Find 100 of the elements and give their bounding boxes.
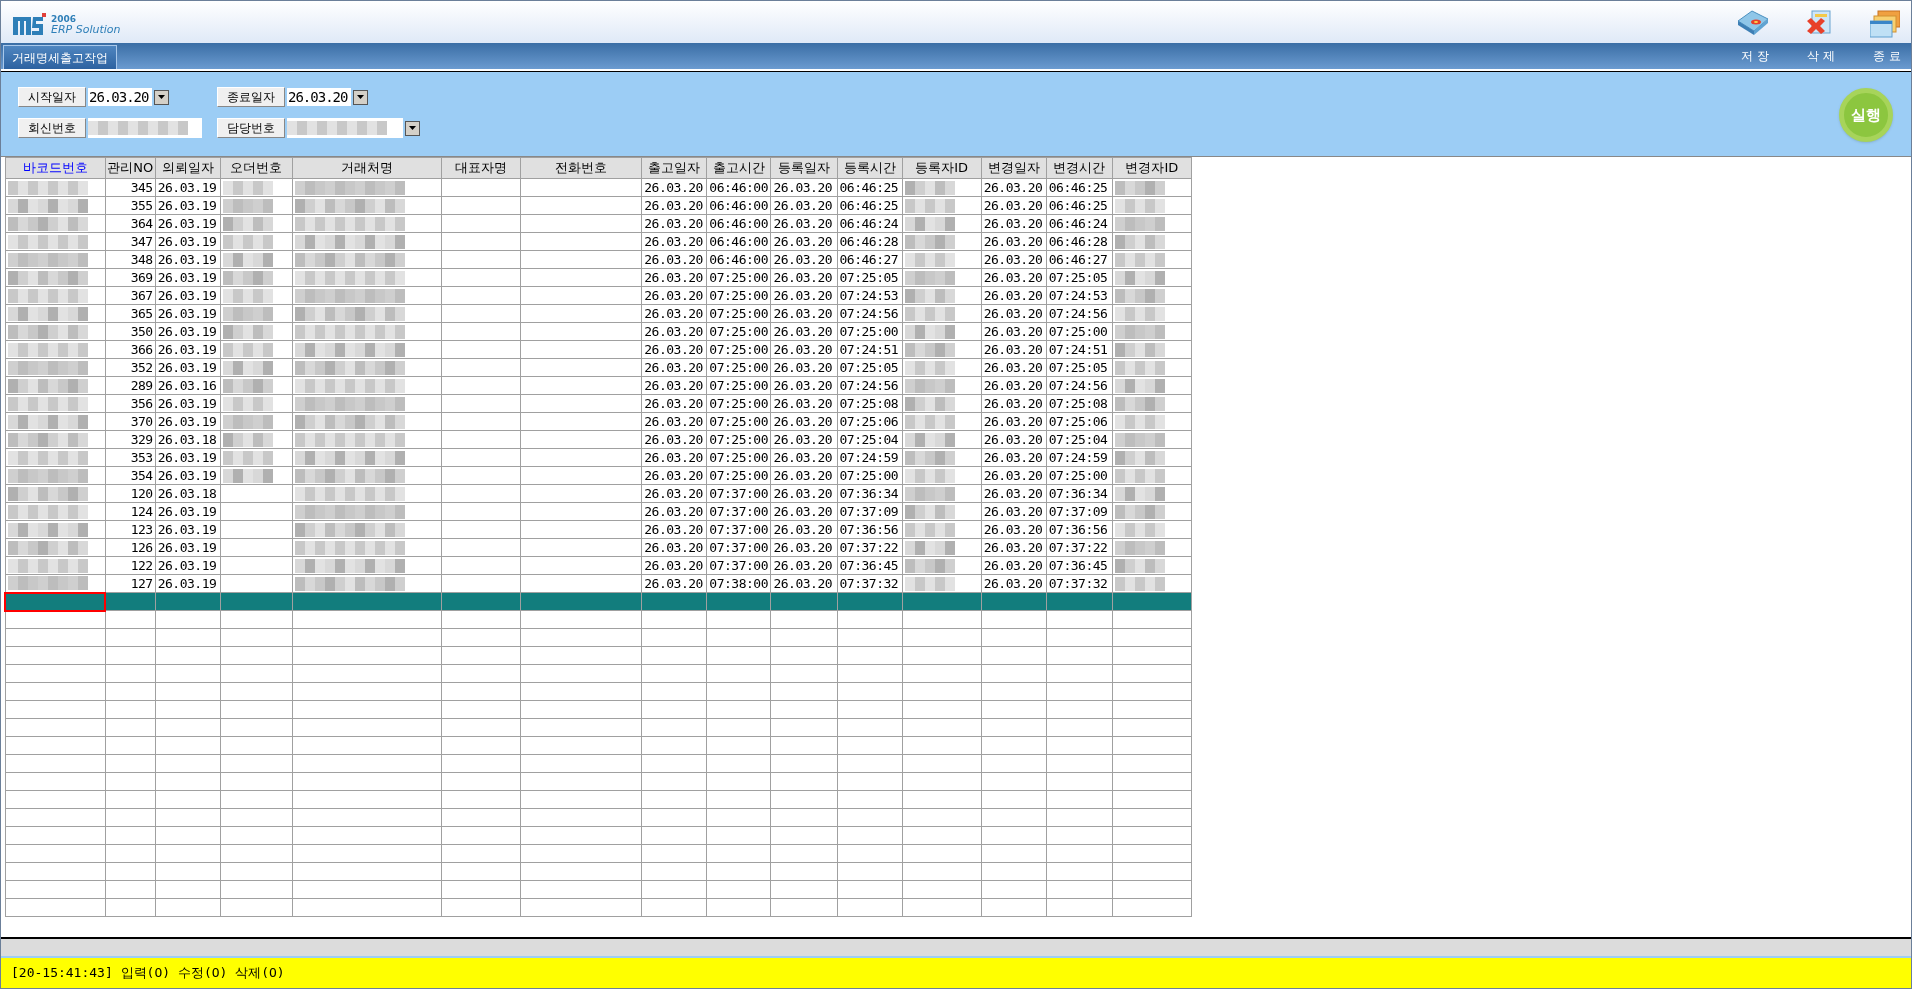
table-cell: 07:36:34: [837, 484, 903, 503]
pixelated-block: [222, 216, 275, 231]
pixelated-block: [222, 306, 275, 321]
table-cell: 26.03.19: [155, 304, 221, 323]
table-cell: 07:25:00: [706, 430, 771, 449]
table-cell: 06:46:28: [1046, 232, 1113, 251]
table-cell: 26.03.20: [981, 250, 1047, 269]
table-cell: 07:25:00: [706, 304, 771, 323]
table-cell: 07:25:00: [706, 394, 771, 413]
input-field[interactable]: [88, 118, 202, 138]
table-cell: 26.03.19: [155, 340, 221, 359]
table-cell: 26.03.20: [770, 394, 837, 413]
caret-icon: [357, 95, 364, 99]
pixelated-block: [222, 270, 275, 285]
column-header[interactable]: 관리NO: [105, 157, 156, 179]
table-cell: 126: [105, 538, 156, 557]
table-cell: 26.03.20: [641, 448, 707, 467]
column-header[interactable]: 변경시간: [1046, 157, 1113, 179]
table-cell: 26.03.18: [155, 430, 221, 449]
windows-icon[interactable]: [1870, 9, 1900, 39]
table-cell: 07:37:00: [706, 556, 771, 575]
column-header[interactable]: 변경일자: [981, 157, 1047, 179]
table-cell: 26.03.20: [770, 430, 837, 449]
filter-button[interactable]: 종료일자: [217, 87, 285, 107]
table-cell: 26.03.19: [155, 214, 221, 233]
input-field[interactable]: [287, 118, 403, 138]
table-cell: 06:46:25: [1046, 196, 1113, 215]
table-cell: 07:24:51: [837, 340, 903, 359]
column-header[interactable]: 등록일자: [770, 157, 837, 179]
table-cell: 26.03.20: [770, 196, 837, 215]
table-cell: 07:25:00: [706, 412, 771, 431]
table-cell: 07:37:00: [706, 502, 771, 521]
toolbar-button[interactable]: 저 장: [1735, 47, 1775, 65]
toolbar-button[interactable]: 종 료: [1867, 47, 1907, 65]
table-cell: 26.03.16: [155, 376, 221, 395]
column-header[interactable]: 변경자ID: [1112, 157, 1192, 179]
table-cell: 26.03.20: [641, 250, 707, 269]
table-cell: 329: [105, 430, 156, 449]
table-cell: 26.03.20: [770, 556, 837, 575]
table-cell: 26.03.20: [770, 340, 837, 359]
table-cell: 26.03.20: [641, 502, 707, 521]
table-cell: 26.03.20: [981, 286, 1047, 305]
table-cell: 26.03.20: [770, 448, 837, 467]
date-field[interactable]: 26.03.20: [287, 88, 351, 106]
table-cell: 366: [105, 340, 156, 359]
table-cell: 07:24:56: [837, 376, 903, 395]
pixelated-block: [222, 468, 275, 483]
table-cell: 345: [105, 178, 156, 197]
column-header[interactable]: 출고일자: [641, 157, 707, 179]
column-header[interactable]: 전화번호: [520, 157, 642, 179]
table-cell: 07:24:59: [837, 448, 903, 467]
column-header[interactable]: 대표자명: [441, 157, 521, 179]
table-cell: 26.03.20: [641, 430, 707, 449]
table-cell: 353: [105, 448, 156, 467]
table-cell: 26.03.19: [155, 538, 221, 557]
column-header[interactable]: 등록시간: [837, 157, 903, 179]
table-cell: 06:46:28: [837, 232, 903, 251]
table-cell: 350: [105, 322, 156, 341]
table-cell: 124: [105, 502, 156, 521]
table-cell: 07:25:00: [706, 268, 771, 287]
date-field[interactable]: 26.03.20: [88, 88, 152, 106]
filter-button[interactable]: 시작일자: [18, 87, 86, 107]
filter-button[interactable]: 담당번호: [217, 118, 285, 138]
column-header[interactable]: 거래처명: [292, 157, 442, 179]
table-cell: 26.03.19: [155, 322, 221, 341]
table-cell: 26.03.20: [641, 268, 707, 287]
table-cell: 26.03.19: [155, 574, 221, 593]
column-header[interactable]: 등록자ID: [902, 157, 982, 179]
table-cell: 26.03.20: [770, 574, 837, 593]
table-cell: 07:36:56: [1046, 520, 1113, 539]
table-cell: 06:46:00: [706, 196, 771, 215]
logo-year: 2006: [51, 15, 78, 24]
dropdown-button[interactable]: [353, 89, 368, 105]
table-cell: 26.03.20: [641, 322, 707, 341]
toolbar-button[interactable]: 삭 제: [1801, 47, 1841, 65]
table-cell: 120: [105, 484, 156, 503]
tab[interactable]: 거래명세출고작업: [3, 45, 117, 69]
table-cell: 07:25:05: [1046, 358, 1113, 377]
table-cell: 26.03.20: [770, 286, 837, 305]
dropdown-button[interactable]: [405, 120, 420, 136]
table-cell: 26.03.20: [770, 520, 837, 539]
table-cell: 07:36:45: [837, 556, 903, 575]
table-cell: 07:25:00: [706, 448, 771, 467]
column-header[interactable]: 의뢰일자: [155, 157, 221, 179]
pixelated-block: [222, 360, 275, 375]
column-header[interactable]: 바코드번호: [5, 157, 106, 179]
filter-button[interactable]: 회신번호: [18, 118, 86, 138]
table-cell: 07:37:00: [706, 484, 771, 503]
table-cell: 26.03.19: [155, 178, 221, 197]
table-cell: 127: [105, 574, 156, 593]
table-cell: 06:46:25: [837, 178, 903, 197]
disk-drive-icon[interactable]: [1736, 9, 1770, 35]
table-cell: 26.03.20: [770, 412, 837, 431]
column-header[interactable]: 출고시간: [706, 157, 771, 179]
table-cell: 07:25:00: [706, 466, 771, 485]
table-cell: 26.03.20: [770, 304, 837, 323]
table-cell: 26.03.20: [641, 358, 707, 377]
column-header[interactable]: 오더번호: [220, 157, 293, 179]
table-cell: 26.03.20: [981, 412, 1047, 431]
dropdown-button[interactable]: [154, 89, 169, 105]
